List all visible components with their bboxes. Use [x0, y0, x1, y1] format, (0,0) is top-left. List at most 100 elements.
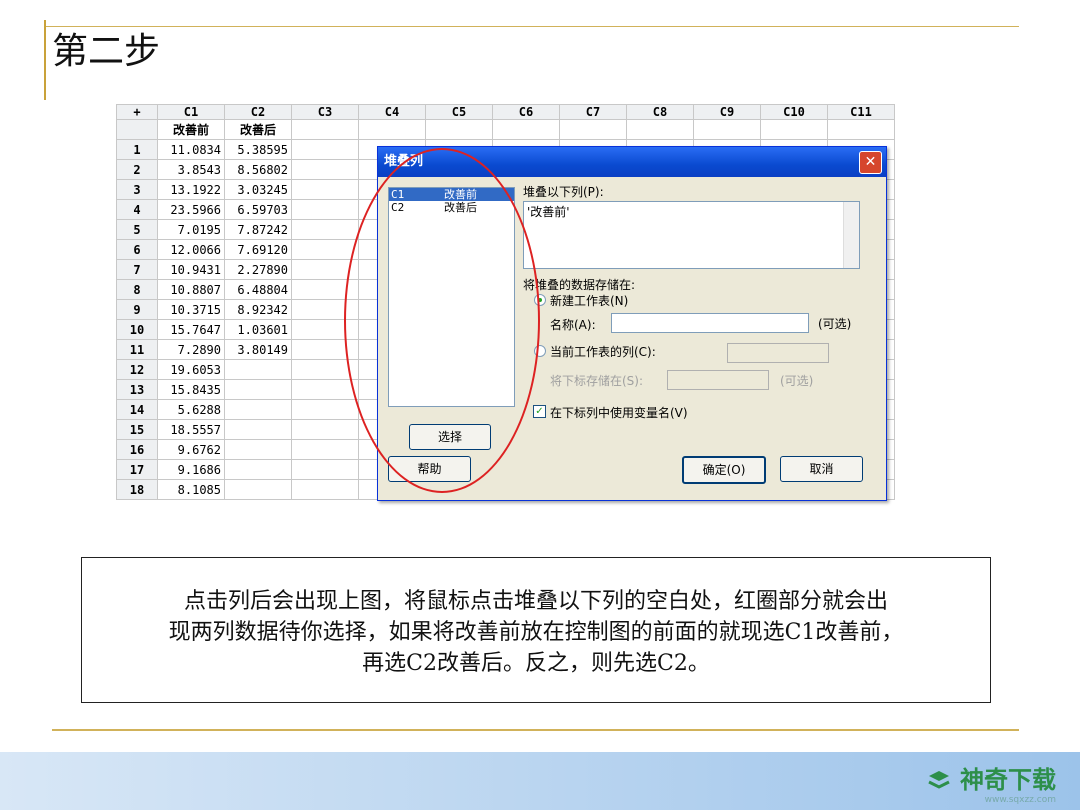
cell-empty[interactable] [291, 439, 359, 460]
cell-c2[interactable] [224, 419, 292, 440]
cell-c2[interactable]: 7.69120 [224, 239, 292, 260]
row-header[interactable]: 5 [116, 219, 158, 240]
cell-c2[interactable]: 5.38595 [224, 139, 292, 160]
column-name-cell[interactable] [358, 119, 426, 140]
cell-c1[interactable]: 18.5557 [157, 419, 225, 440]
cell-c1[interactable]: 15.8435 [157, 379, 225, 400]
column-name-row: 改善前 改善后 [116, 119, 895, 140]
cell-empty[interactable] [291, 179, 359, 200]
cell-c1[interactable]: 23.5966 [157, 199, 225, 220]
row-header[interactable]: 17 [116, 459, 158, 480]
cell-c2[interactable]: 2.27890 [224, 259, 292, 280]
cell-c2[interactable]: 8.92342 [224, 299, 292, 320]
current-sheet-column-input[interactable] [727, 343, 829, 363]
column-header[interactable]: C10 [760, 104, 828, 120]
column-name-cell[interactable] [827, 119, 895, 140]
column-header[interactable]: C6 [492, 104, 560, 120]
use-varnames-checkbox[interactable]: ✓ [533, 405, 546, 418]
cell-c1[interactable]: 11.0834 [157, 139, 225, 160]
row-header[interactable]: 18 [116, 479, 158, 500]
close-button[interactable]: ✕ [859, 151, 882, 174]
cell-empty[interactable] [291, 459, 359, 480]
row-header[interactable]: 2 [116, 159, 158, 180]
cell-c2[interactable]: 3.80149 [224, 339, 292, 360]
column-header[interactable]: C7 [559, 104, 627, 120]
cell-c2[interactable] [224, 439, 292, 460]
corner-cell[interactable]: + [116, 104, 158, 120]
cell-c1[interactable]: 12.0066 [157, 239, 225, 260]
cell-empty[interactable] [291, 239, 359, 260]
row-header[interactable]: 8 [116, 279, 158, 300]
column-name-cell[interactable] [693, 119, 761, 140]
subscript-input[interactable] [667, 370, 769, 390]
cell-c2[interactable] [224, 359, 292, 380]
column-name-cell[interactable] [425, 119, 493, 140]
cell-c1[interactable]: 10.8807 [157, 279, 225, 300]
row-header[interactable]: 6 [116, 239, 158, 260]
cell-empty[interactable] [291, 419, 359, 440]
cell-c1[interactable]: 5.6288 [157, 399, 225, 420]
column-header[interactable]: C9 [693, 104, 761, 120]
cell-empty[interactable] [291, 399, 359, 420]
row-header[interactable]: 4 [116, 199, 158, 220]
row-header[interactable]: 12 [116, 359, 158, 380]
cell-c2[interactable]: 6.48804 [224, 279, 292, 300]
cell-empty[interactable] [291, 479, 359, 500]
ok-button[interactable]: 确定(O) [682, 456, 766, 484]
cell-c2[interactable]: 3.03245 [224, 179, 292, 200]
cell-empty[interactable] [291, 199, 359, 220]
cell-c1[interactable]: 8.1085 [157, 479, 225, 500]
cancel-button[interactable]: 取消 [780, 456, 863, 482]
row-header[interactable]: 14 [116, 399, 158, 420]
cell-c2[interactable]: 6.59703 [224, 199, 292, 220]
column-header[interactable]: C11 [827, 104, 895, 120]
stack-columns-input[interactable]: '改善前' [523, 201, 860, 269]
cell-c2[interactable]: 1.03601 [224, 319, 292, 340]
cell-c2[interactable] [224, 479, 292, 500]
cell-c1[interactable]: 9.1686 [157, 459, 225, 480]
column-header[interactable]: C8 [626, 104, 694, 120]
cell-c1[interactable]: 7.2890 [157, 339, 225, 360]
column-name-cell[interactable]: 改善后 [224, 119, 292, 140]
row-header[interactable]: 9 [116, 299, 158, 320]
row-header[interactable]: 11 [116, 339, 158, 360]
cell-c1[interactable]: 10.3715 [157, 299, 225, 320]
row-header[interactable]: 1 [116, 139, 158, 160]
slide-title: 第二步 [52, 31, 161, 72]
column-name-cell[interactable] [291, 119, 359, 140]
column-name-cell[interactable] [626, 119, 694, 140]
column-header[interactable]: C5 [425, 104, 493, 120]
row-header[interactable]: 10 [116, 319, 158, 340]
row-header[interactable]: 3 [116, 179, 158, 200]
cell-c1[interactable]: 3.8543 [157, 159, 225, 180]
row-header[interactable]: 16 [116, 439, 158, 460]
cell-c2[interactable] [224, 459, 292, 480]
textarea-scrollbar[interactable] [843, 202, 859, 268]
cell-c2[interactable]: 8.56802 [224, 159, 292, 180]
cell-c1[interactable]: 7.0195 [157, 219, 225, 240]
cell-c1[interactable]: 9.6762 [157, 439, 225, 460]
cell-c2[interactable]: 7.87242 [224, 219, 292, 240]
column-header[interactable]: C1 [157, 104, 225, 120]
cell-c2[interactable] [224, 399, 292, 420]
column-name-cell[interactable] [760, 119, 828, 140]
name-input[interactable] [611, 313, 809, 333]
column-name-cell[interactable] [492, 119, 560, 140]
cell-c1[interactable]: 13.1922 [157, 179, 225, 200]
row-header[interactable]: 15 [116, 419, 158, 440]
cell-c1[interactable]: 19.6053 [157, 359, 225, 380]
cell-empty[interactable] [291, 379, 359, 400]
column-header[interactable]: C2 [224, 104, 292, 120]
column-name-cell[interactable] [559, 119, 627, 140]
cell-c1[interactable]: 15.7647 [157, 319, 225, 340]
column-header[interactable]: C4 [358, 104, 426, 120]
cell-empty[interactable] [291, 139, 359, 160]
cell-c1[interactable]: 10.9431 [157, 259, 225, 280]
row-header[interactable]: 7 [116, 259, 158, 280]
cell-empty[interactable] [291, 219, 359, 240]
row-header[interactable]: 13 [116, 379, 158, 400]
column-name-cell[interactable]: 改善前 [157, 119, 225, 140]
cell-c2[interactable] [224, 379, 292, 400]
cell-empty[interactable] [291, 159, 359, 180]
column-header[interactable]: C3 [291, 104, 359, 120]
